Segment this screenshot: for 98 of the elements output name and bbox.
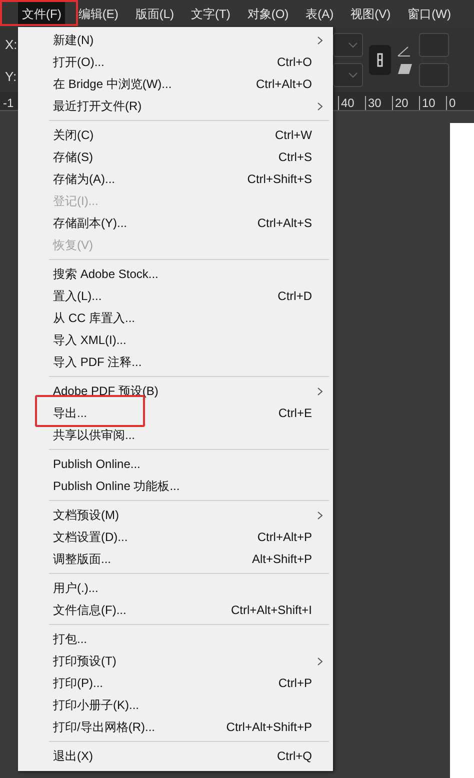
menu-label: 导入 PDF 注释... bbox=[53, 354, 143, 370]
menu-item[interactable]: 存储为(A)... Ctrl+Shift+S bbox=[18, 168, 333, 190]
menu-item[interactable]: 打开(O)... Ctrl+O bbox=[18, 51, 333, 73]
menu-item[interactable]: 打包... bbox=[18, 628, 333, 650]
menu-label: 存储(S) bbox=[53, 148, 94, 166]
menu-label: 从 CC 库置入... bbox=[53, 310, 136, 326]
x-label: X: bbox=[5, 36, 18, 52]
menu-label: 文档设置(D)... bbox=[53, 528, 129, 546]
shortcut-label: Ctrl+Alt+S bbox=[257, 216, 312, 230]
menu-label: Publish Online... bbox=[53, 457, 142, 471]
shortcut-label: Ctrl+Alt+Shift+P bbox=[226, 720, 312, 734]
menu-label: 调整版面... bbox=[53, 550, 112, 568]
menu-title[interactable]: 版面(L) bbox=[131, 2, 178, 26]
menu-label: 导出... bbox=[53, 404, 88, 422]
ruler-label: 10 bbox=[419, 96, 446, 110]
menu-title[interactable]: 文字(T) bbox=[187, 2, 234, 26]
menu-label: 退出(X) bbox=[53, 748, 94, 764]
menu-title[interactable]: 文件(F) bbox=[18, 2, 66, 26]
menu-title[interactable]: 窗口(W) bbox=[404, 2, 455, 26]
ruler-label: 40 bbox=[338, 96, 365, 110]
menu-item[interactable]: 用户(.)... bbox=[18, 577, 333, 599]
menu-label: Publish Online 功能板... bbox=[53, 478, 181, 494]
menu-item[interactable]: 从 CC 库置入... bbox=[18, 307, 333, 329]
menu-item[interactable]: 存储(S) Ctrl+S bbox=[18, 146, 333, 168]
menu-item[interactable]: Publish Online... bbox=[18, 453, 333, 475]
menu-label: 共享以供审阅... bbox=[53, 426, 136, 444]
menu-label: 最近打开文件(R) bbox=[53, 98, 143, 114]
dropdown-field[interactable] bbox=[333, 63, 363, 87]
shortcut-label: Ctrl+Alt+O bbox=[256, 77, 312, 91]
menu-item[interactable]: 存储副本(Y)... Ctrl+Alt+S bbox=[18, 212, 333, 234]
ruler-label: -1 bbox=[2, 96, 15, 110]
dropdown-field[interactable] bbox=[333, 33, 363, 57]
shortcut-label: Ctrl+W bbox=[275, 128, 312, 142]
link-icon bbox=[375, 52, 385, 68]
menu-label: 在 Bridge 中浏览(W)... bbox=[53, 76, 173, 92]
menu-title[interactable]: 表(A) bbox=[302, 2, 338, 26]
menu-title[interactable]: 视图(V) bbox=[346, 2, 395, 26]
menu-label: 打开(O)... bbox=[53, 54, 106, 70]
menu-title[interactable]: 对象(O) bbox=[243, 2, 293, 26]
menu-item[interactable]: 打印(P)... Ctrl+P bbox=[18, 672, 333, 694]
shortcut-label: Ctrl+Q bbox=[276, 749, 312, 763]
menu-label: 存储副本(Y)... bbox=[53, 214, 128, 232]
y-label: Y: bbox=[5, 68, 18, 84]
menu-item[interactable]: 关闭(C) Ctrl+W bbox=[18, 124, 333, 146]
menu-label: 置入(L)... bbox=[53, 288, 103, 304]
menu-item[interactable]: 文档预设(M) bbox=[18, 504, 333, 526]
shortcut-label: Ctrl+Alt+P bbox=[257, 530, 312, 544]
shortcut-label: Ctrl+Alt+Shift+I bbox=[230, 603, 312, 617]
shortcut-label: Ctrl+S bbox=[278, 150, 312, 164]
menu-label: 存储为(A)... bbox=[53, 170, 116, 188]
shortcut-label: Ctrl+O bbox=[276, 55, 312, 69]
menu-item[interactable]: 文件信息(F)... Ctrl+Alt+Shift+I bbox=[18, 599, 333, 621]
menu-item[interactable]: 共享以供审阅... bbox=[18, 424, 333, 446]
menu-item[interactable]: 导入 XML(I)... bbox=[18, 329, 333, 351]
menu-item[interactable]: 打印小册子(K)... bbox=[18, 694, 333, 716]
chevron-icon bbox=[348, 42, 358, 48]
menu-item[interactable]: 文档设置(D)... Ctrl+Alt+P bbox=[18, 526, 333, 548]
shortcut-label: Ctrl+P bbox=[278, 676, 312, 690]
menu-label: 新建(N) bbox=[53, 32, 95, 48]
menu-item[interactable]: 新建(N) bbox=[18, 29, 333, 51]
angle-icon bbox=[397, 45, 411, 57]
chevron-icon bbox=[348, 72, 358, 78]
ruler-label: 20 bbox=[392, 96, 419, 110]
menu-item[interactable]: 调整版面... Alt+Shift+P bbox=[18, 548, 333, 570]
menu-item[interactable]: 搜索 Adobe Stock... bbox=[18, 263, 333, 285]
menu-item[interactable]: 导出... Ctrl+E bbox=[18, 402, 333, 424]
menu-label: 打包... bbox=[53, 630, 88, 648]
menu-title[interactable]: 编辑(E) bbox=[74, 2, 122, 26]
menu-item[interactable]: 打印预设(T) bbox=[18, 650, 333, 672]
menu-item[interactable]: 打印/导出网格(R)... Ctrl+Alt+Shift+P bbox=[18, 716, 333, 738]
shortcut-label: Alt+Shift+P bbox=[252, 552, 312, 566]
menu-label: 登记(I)... bbox=[53, 192, 100, 210]
number-field[interactable] bbox=[419, 63, 449, 87]
menu-label: 文件信息(F)... bbox=[53, 602, 128, 618]
menu-item[interactable]: 在 Bridge 中浏览(W)... Ctrl+Alt+O bbox=[18, 73, 333, 95]
link-button[interactable] bbox=[369, 45, 391, 75]
ruler-label: 30 bbox=[365, 96, 392, 110]
menu-label: 打印预设(T) bbox=[53, 652, 118, 670]
menu-item[interactable]: 最近打开文件(R) bbox=[18, 95, 333, 117]
menu-label: 文档预设(M) bbox=[53, 506, 120, 524]
shear-icon bbox=[397, 63, 413, 75]
menu-label: 关闭(C) bbox=[53, 126, 95, 144]
menu-label: 恢复(V) bbox=[53, 236, 94, 254]
shortcut-label: Ctrl+D bbox=[278, 289, 312, 303]
ruler-label: 0 bbox=[446, 96, 473, 110]
menu-label: 搜索 Adobe Stock... bbox=[53, 266, 160, 282]
shortcut-label: Ctrl+E bbox=[278, 406, 312, 420]
menu-item[interactable]: 退出(X) Ctrl+Q bbox=[18, 745, 333, 767]
number-field[interactable] bbox=[419, 33, 449, 57]
shortcut-label: Ctrl+Shift+S bbox=[247, 172, 312, 186]
menu-label: 打印小册子(K)... bbox=[53, 696, 140, 714]
menu-item[interactable]: 置入(L)... Ctrl+D bbox=[18, 285, 333, 307]
menu-label: 导入 XML(I)... bbox=[53, 332, 128, 348]
menu-label: 打印/导出网格(R)... bbox=[53, 718, 156, 736]
menu-item[interactable]: 导入 PDF 注释... bbox=[18, 351, 333, 373]
menu-item[interactable]: Publish Online 功能板... bbox=[18, 475, 333, 497]
menu-label: 打印(P)... bbox=[53, 674, 104, 692]
menu-label: 用户(.)... bbox=[53, 580, 100, 596]
